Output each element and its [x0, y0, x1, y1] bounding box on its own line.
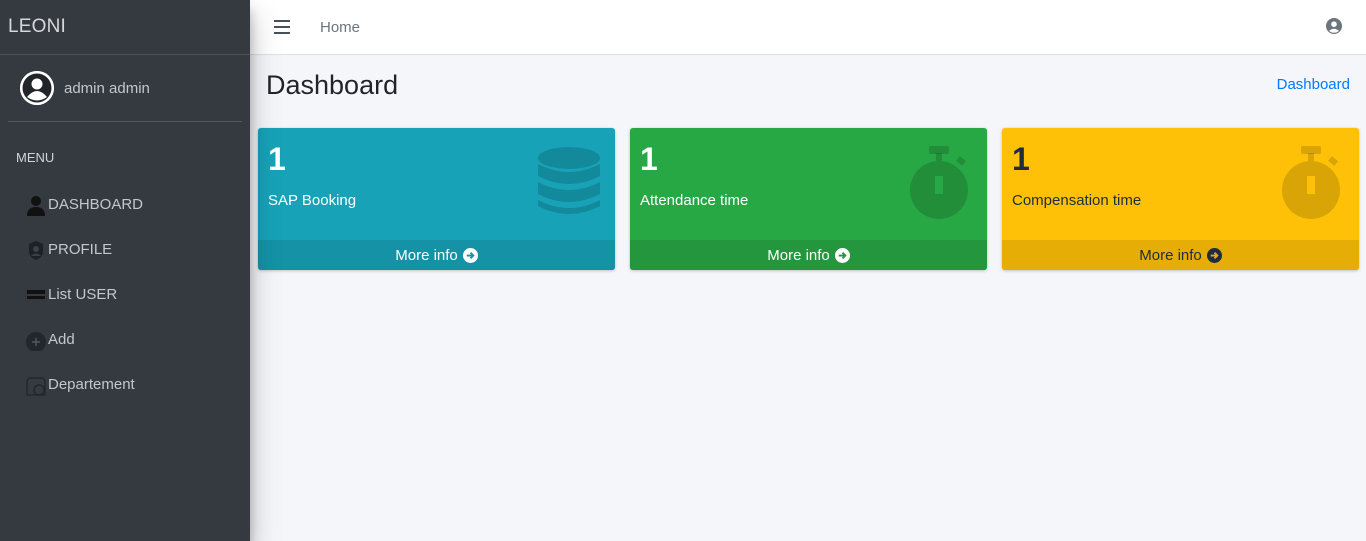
user-name[interactable]: admin admin [64, 80, 150, 97]
breadcrumb-dashboard[interactable]: Dashboard [1277, 76, 1350, 93]
footer-label: More info [767, 246, 830, 264]
more-info-link[interactable]: More info [1002, 240, 1359, 270]
footer-label: More info [395, 246, 458, 264]
sidebar-item-list-user[interactable]: List USER [0, 272, 250, 317]
sidebar-item-departement[interactable]: Departement [0, 362, 250, 407]
small-box-attendance-time: 1 Attendance time More info [630, 128, 987, 270]
sidebar-item-label: List USER [48, 286, 118, 303]
arrow-circle-right-icon [1206, 247, 1222, 263]
avatar [20, 71, 54, 105]
sidebar-item-label: DASHBOARD [48, 196, 144, 213]
stopwatch-icon [1281, 146, 1345, 225]
sidebar-item-profile[interactable]: PROFILE [0, 227, 250, 272]
arrow-circle-right-icon [834, 247, 850, 263]
top-navbar: Home [250, 0, 1366, 55]
bars-icon[interactable] [274, 20, 290, 34]
content-header: Dashboard [266, 70, 398, 101]
small-box-compensation-time: 1 Compensation time More info [1002, 128, 1359, 270]
page-title: Dashboard [266, 70, 399, 100]
list-icon [24, 283, 48, 307]
footer-label: More info [1139, 246, 1202, 264]
brand-name: LEONI [8, 16, 67, 37]
arrow-circle-right-icon [462, 247, 478, 263]
nav-home-link[interactable]: Home [320, 19, 360, 36]
sidebar-item-dashboard[interactable]: DASHBOARD [0, 182, 250, 227]
brand-link[interactable]: LEONI [0, 0, 250, 55]
sidebar: LEONI admin admin MENU DASHBOARD PROFILE… [0, 0, 250, 541]
sidebar-item-add[interactable]: Add [0, 317, 250, 362]
building-icon [24, 373, 48, 397]
user-panel: admin admin [8, 55, 242, 122]
user-circle-icon[interactable] [1326, 18, 1342, 34]
id-badge-icon [24, 238, 48, 262]
more-info-link[interactable]: More info [630, 240, 987, 270]
sidebar-item-label: Add [48, 331, 75, 348]
database-icon [537, 146, 601, 223]
user-icon [24, 193, 48, 217]
sidebar-item-label: Departement [48, 376, 135, 393]
small-box-sap-booking: 1 SAP Booking More info [258, 128, 615, 270]
more-info-link[interactable]: More info [258, 240, 615, 270]
menu-header: MENU [16, 150, 55, 165]
stopwatch-icon [909, 146, 973, 225]
plus-circle-icon [24, 328, 48, 352]
sidebar-item-label: PROFILE [48, 241, 113, 258]
